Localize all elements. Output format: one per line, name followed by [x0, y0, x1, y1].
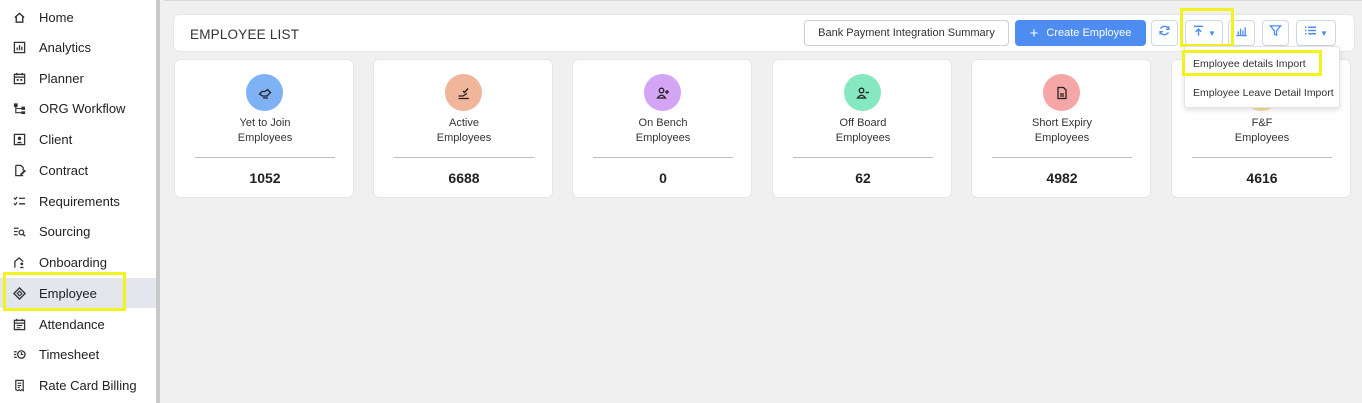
- document-icon: [1043, 74, 1080, 111]
- sidebar-item-label: Requirements: [39, 193, 120, 209]
- home-icon: [12, 10, 26, 24]
- list-icon: [1304, 24, 1317, 42]
- page-title: EMPLOYEE LIST: [190, 27, 300, 42]
- timesheet-icon: [12, 347, 26, 361]
- attendance-icon: [12, 317, 26, 331]
- search-list-icon: [12, 224, 26, 238]
- filter-button[interactable]: [1262, 20, 1289, 46]
- menu-item-employee-leave-detail-import[interactable]: Employee Leave Detail Import: [1185, 79, 1341, 107]
- workflow-icon: [12, 101, 26, 115]
- sidebar-item-label: Analytics: [39, 39, 92, 55]
- create-employee-label: Create Employee: [1046, 27, 1132, 39]
- sidebar-item-label: Timesheet: [39, 346, 100, 362]
- card-divider: [1192, 157, 1332, 158]
- sidebar-item-label: Attendance: [39, 316, 105, 332]
- card-divider: [394, 157, 534, 158]
- import-dropdown-button[interactable]: ▼: [1185, 20, 1223, 46]
- create-employee-button[interactable]: + Create Employee: [1015, 20, 1146, 46]
- sidebar-item-label: Employee: [39, 285, 97, 301]
- chart-icon: [1235, 24, 1248, 42]
- card-value: 6688: [448, 170, 480, 186]
- sidebar-item-home[interactable]: Home: [0, 2, 156, 32]
- import-dropdown-menu: Employee details Import Employee Leave D…: [1184, 46, 1340, 108]
- card-value: 62: [855, 170, 871, 186]
- sidebar-item-label: Onboarding: [39, 254, 107, 270]
- hand-check-icon: [445, 74, 482, 111]
- list-options-button[interactable]: ▼: [1296, 20, 1336, 46]
- sidebar-item-contract[interactable]: Contract: [0, 155, 156, 185]
- chevron-down-icon: ▼: [1320, 28, 1328, 38]
- sidebar-item-label: Sourcing: [39, 223, 91, 239]
- sidebar-item-timesheet[interactable]: Timesheet: [0, 339, 156, 369]
- billing-icon: [12, 378, 26, 392]
- card-divider: [793, 157, 933, 158]
- card-label: Short Expiry Employees: [1032, 117, 1092, 144]
- onboarding-icon: [12, 255, 26, 269]
- employee-icon: [12, 286, 26, 300]
- refresh-button[interactable]: [1151, 20, 1178, 46]
- stat-card-yet-to-join[interactable]: Yet to Join Employees 1052: [174, 59, 354, 198]
- sidebar-item-requirements[interactable]: Requirements: [0, 186, 156, 216]
- card-divider: [593, 157, 733, 158]
- main-content: EMPLOYEE LIST Bank Payment Integration S…: [164, 0, 1362, 403]
- sidebar: Home Analytics Planner ORG Workflow Clie…: [0, 0, 160, 403]
- plus-icon: +: [1029, 24, 1039, 42]
- sidebar-item-planner[interactable]: Planner: [0, 63, 156, 93]
- stat-card-off-board[interactable]: Off Board Employees 62: [772, 59, 952, 198]
- sidebar-item-sourcing[interactable]: Sourcing: [0, 216, 156, 246]
- upload-icon: [1192, 24, 1205, 42]
- card-divider: [992, 157, 1132, 158]
- card-label: Off Board Employees: [835, 117, 891, 144]
- card-label: Yet to Join Employees: [237, 117, 293, 144]
- sidebar-item-label: Client: [39, 131, 73, 147]
- stat-card-active[interactable]: Active Employees 6688: [373, 59, 553, 198]
- sidebar-item-attendance[interactable]: Attendance: [0, 309, 156, 339]
- chart-button[interactable]: [1228, 20, 1255, 46]
- sidebar-item-employee[interactable]: Employee: [0, 278, 156, 308]
- sidebar-item-analytics[interactable]: Analytics: [0, 32, 156, 62]
- sidebar-item-label: ORG Workflow: [39, 100, 126, 116]
- sidebar-item-org-workflow[interactable]: ORG Workflow: [0, 93, 156, 123]
- chevron-down-icon: ▼: [1208, 28, 1216, 38]
- calendar-icon: [12, 71, 26, 85]
- stat-card-on-bench[interactable]: On Bench Employees 0: [572, 59, 752, 198]
- handshake-icon: [246, 74, 283, 111]
- refresh-icon: [1158, 24, 1171, 42]
- card-value: 0: [659, 170, 667, 186]
- card-label: On Bench Employees: [635, 117, 691, 144]
- user-minus-icon: [844, 74, 881, 111]
- stat-card-short-expiry[interactable]: Short Expiry Employees 4982: [971, 59, 1151, 198]
- header-bar: EMPLOYEE LIST Bank Payment Integration S…: [173, 14, 1355, 52]
- analytics-icon: [12, 40, 26, 54]
- sidebar-item-label: Rate Card Billing: [39, 377, 137, 393]
- sidebar-item-label: Contract: [39, 162, 89, 178]
- sidebar-item-client[interactable]: Client: [0, 124, 156, 154]
- card-value: 1052: [249, 170, 281, 186]
- menu-item-employee-details-import[interactable]: Employee details Import: [1185, 50, 1341, 78]
- card-value: 4616: [1246, 170, 1278, 186]
- checklist-icon: [12, 194, 26, 208]
- contract-icon: [12, 163, 26, 177]
- bank-payment-summary-button[interactable]: Bank Payment Integration Summary: [804, 20, 1009, 46]
- sidebar-item-onboarding[interactable]: Onboarding: [0, 247, 156, 277]
- card-label: F&F Employees: [1234, 117, 1290, 144]
- sidebar-item-label: Planner: [39, 70, 84, 86]
- sidebar-item-label: Home: [39, 9, 74, 25]
- user-plus-icon: [644, 74, 681, 111]
- card-label: Active Employees: [436, 117, 492, 144]
- card-value: 4982: [1046, 170, 1078, 186]
- client-icon: [12, 132, 26, 146]
- sidebar-item-rate-card-billing[interactable]: Rate Card Billing: [0, 370, 156, 400]
- card-divider: [195, 157, 335, 158]
- filter-icon: [1269, 24, 1282, 42]
